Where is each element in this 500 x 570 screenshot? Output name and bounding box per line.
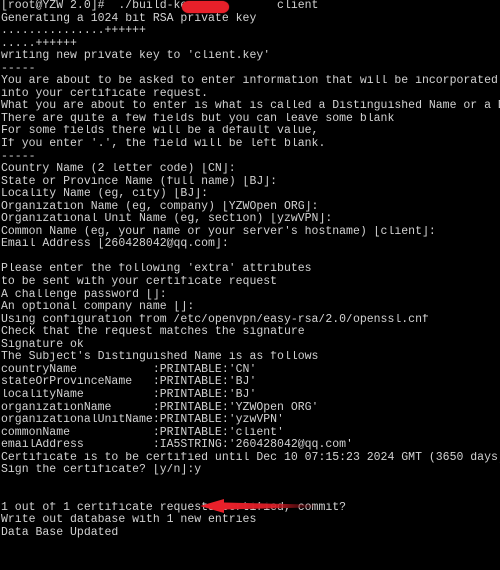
terminal-line: Generating a 1024 bit RSA private key xyxy=(1,12,257,25)
terminal-line: Data Base Updated xyxy=(1,526,119,539)
terminal-line: Please enter the following 'extra' attri… xyxy=(1,263,312,276)
terminal-line: ...............++++++ xyxy=(1,25,146,38)
terminal-line: organizationName :PRINTABLE:'YZWOpen ORG… xyxy=(1,401,319,414)
terminal-line: Sign the certificate? [y/n]:y xyxy=(1,464,202,477)
terminal-line: Organizational Unit Name (eg, section) [… xyxy=(1,213,333,226)
terminal-line: For some fields there will be a default … xyxy=(1,125,319,138)
terminal-line: If you enter '.', the field will be left… xyxy=(1,138,326,151)
terminal-line: An optional company name []: xyxy=(1,301,195,314)
terminal-line: Locality Name (eg, city) [BJ]: xyxy=(1,188,209,201)
terminal-line: emailAddress :IA5STRING:'260428042@qq.co… xyxy=(1,439,353,452)
terminal-line: Using configuration from /etc/openvpn/ea… xyxy=(1,313,429,326)
terminal-line: .....++++++ xyxy=(1,37,77,50)
terminal-line: What you are about to enter is what is c… xyxy=(1,100,500,113)
terminal-line: [root@YZW 2.0]# ./build-key client xyxy=(1,0,319,12)
terminal-line: Write out database with 1 new entries xyxy=(1,514,257,527)
terminal-line: Signature ok xyxy=(1,338,84,351)
terminal-line: ----- xyxy=(1,150,36,163)
terminal-line: The Subject's Distinguished Name is as f… xyxy=(1,351,319,364)
terminal-line: Check that the request matches the signa… xyxy=(1,326,305,339)
terminal-line: into your certificate request. xyxy=(1,87,209,100)
terminal-line: Email Address [260428042@qq.com]: xyxy=(1,238,229,251)
terminal-line: A challenge password []: xyxy=(1,288,167,301)
terminal-line: Country Name (2 letter code) [CN]: xyxy=(1,163,236,176)
terminal-line: You are about to be asked to enter infor… xyxy=(1,75,498,88)
terminal-line: stateOrProvinceName :PRINTABLE:'BJ' xyxy=(1,376,257,389)
terminal-line: Organization Name (eg, company) [YZWOpen… xyxy=(1,200,319,213)
red-redaction-blob xyxy=(182,1,229,13)
terminal-line: There are quite a few fields but you can… xyxy=(1,112,395,125)
terminal-line: Certificate is to be certified until Dec… xyxy=(1,451,500,464)
terminal-output: [root@YZW 2.0]# ./build-key client Genera… xyxy=(1,0,500,540)
terminal-window[interactable]: [root@YZW 2.0]# ./build-key client Genera… xyxy=(0,0,500,570)
terminal-line: Common Name (eg, your name or your serve… xyxy=(1,225,436,238)
terminal-line: to be sent with your certificate request xyxy=(1,276,278,289)
terminal-line: 1 out of 1 certificate requests certifie… xyxy=(1,501,347,514)
terminal-line: writing new private key to 'client.key' xyxy=(1,50,271,63)
terminal-line: commonName :PRINTABLE:'client' xyxy=(1,426,284,439)
terminal-line: localityName :PRINTABLE:'BJ' xyxy=(1,388,257,401)
terminal-line: countryName :PRINTABLE:'CN' xyxy=(1,363,257,376)
terminal-line: ----- xyxy=(1,62,36,75)
terminal-line: State or Province Name (full name) [BJ]: xyxy=(1,175,278,188)
terminal-line: organizationalUnitName:PRINTABLE:'yzwVPN… xyxy=(1,414,284,427)
